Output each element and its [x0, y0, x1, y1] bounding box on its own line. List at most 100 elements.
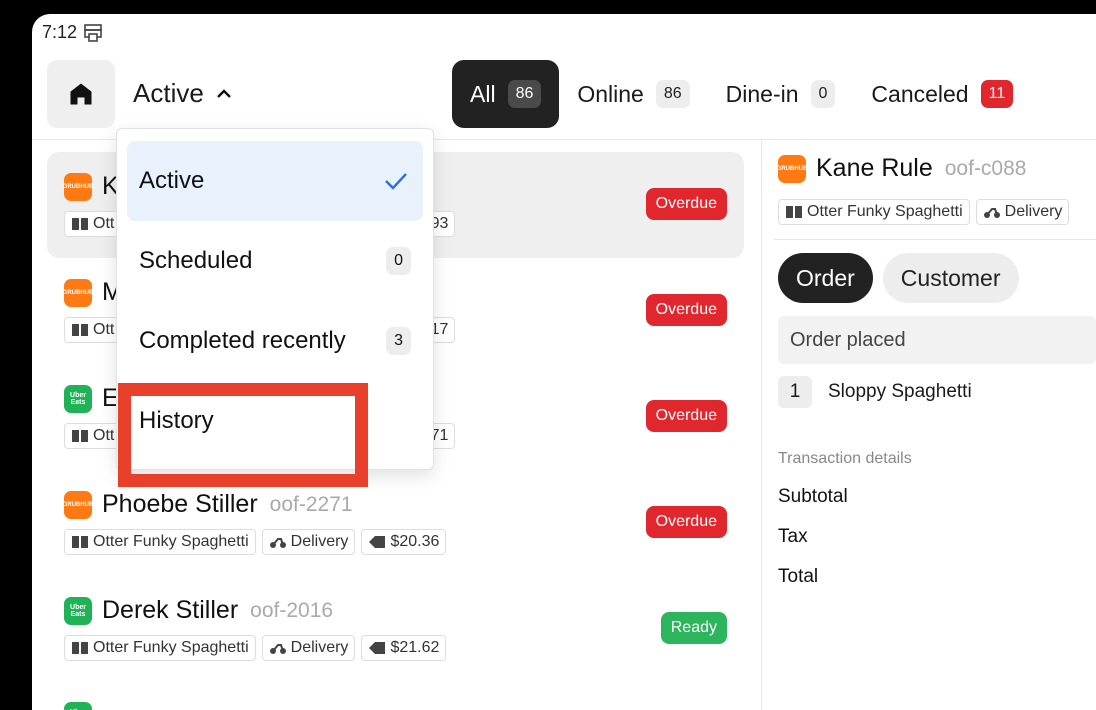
channel-filter-tabs: All 86 Online 86 Dine-in 0 Canceled 11	[452, 60, 1031, 128]
order-placed-status: Order placed	[778, 316, 1096, 364]
app-screen: 7:12 Active All 86 Online 86 Dine-in 0 C…	[32, 14, 1096, 710]
store-name: Ott	[93, 321, 115, 338]
scooter-icon	[269, 644, 286, 654]
scooter-icon	[983, 208, 1000, 218]
store-name: Ott	[93, 215, 115, 232]
dropdown-item-completed-recently[interactable]: Completed recently 3	[127, 301, 423, 381]
grubhub-logo-icon: GRUBHUB	[63, 490, 93, 519]
home-icon	[70, 83, 92, 105]
status-bar: 7:12	[42, 22, 103, 43]
dropdown-item-label: Scheduled	[139, 247, 253, 274]
price-value: $20.36	[390, 533, 440, 550]
price-chip: $20.36	[361, 529, 447, 555]
store-chip: Ott	[64, 317, 122, 343]
price-tag-icon	[369, 536, 386, 548]
delivery-chip: Delivery	[261, 529, 356, 555]
dropdown-item-label: Active	[139, 167, 205, 194]
subtotal-label: Subtotal	[778, 486, 848, 507]
order-status-dropdown: Active Scheduled 0 Completed recently 3 …	[116, 128, 434, 487]
filter-label: Online	[577, 80, 644, 107]
detail-customer-name: Kane Rule	[816, 154, 933, 182]
dropdown-item-label: Completed recently	[139, 327, 346, 354]
menu-book-icon	[72, 536, 88, 548]
delivery-mode: Delivery	[290, 533, 349, 550]
status-badge: Overdue	[645, 506, 727, 538]
price-chip: $21.62	[361, 635, 447, 661]
order-id: oof-2271	[269, 492, 353, 516]
item-name: Sloppy Spaghetti	[828, 381, 972, 402]
dropdown-item-history[interactable]: History	[118, 381, 423, 487]
store-chip: Otter Funky Spaghetti	[64, 529, 256, 555]
item-quantity: 1	[778, 376, 812, 408]
home-button[interactable]	[47, 60, 115, 128]
filter-count: 0	[810, 80, 836, 108]
ubereats-logo-icon: Uber Eats	[64, 384, 92, 413]
dropdown-item-label: History	[139, 407, 214, 434]
menu-book-icon	[786, 206, 802, 218]
order-status-selector[interactable]: Active	[133, 78, 234, 109]
status-badge: Ready	[660, 612, 727, 644]
store-chip: Otter Funky Spaghetti	[778, 199, 970, 225]
order-id: oof-2016	[250, 598, 334, 622]
customer-name: Phoebe Stiller	[102, 490, 258, 518]
filter-tab-online[interactable]: Online 86	[559, 60, 707, 128]
order-card[interactable]: Uber Eats Derek Stiller oof-2016 Otter F…	[47, 576, 744, 682]
store-chip: Ott	[64, 211, 122, 237]
grubhub-logo-icon: GRUBHUB	[777, 154, 807, 183]
store-chip: Ott	[64, 423, 122, 449]
store-name: Ott	[93, 427, 115, 444]
printer-icon	[84, 23, 102, 42]
order-status-label: Active	[133, 78, 204, 108]
order-card[interactable]: Uber Eats	[47, 682, 744, 710]
grubhub-logo-icon: GRUBHUB	[63, 278, 93, 307]
store-chip: Otter Funky Spaghetti	[64, 635, 256, 661]
filter-count: 86	[655, 80, 690, 108]
filter-count: 86	[507, 80, 542, 108]
tax-label: Tax	[778, 526, 808, 547]
delivery-chip: Delivery	[261, 635, 356, 661]
panel-divider	[761, 140, 762, 710]
filter-label: All	[470, 80, 496, 107]
detail-divider	[774, 239, 1096, 240]
store-name: Otter Funky Spaghetti	[807, 203, 963, 220]
dropdown-item-active[interactable]: Active	[127, 141, 423, 221]
filter-label: Dine-in	[725, 80, 799, 107]
filter-label: Canceled	[871, 80, 969, 107]
filter-tab-dine-in[interactable]: Dine-in 0	[708, 60, 854, 128]
status-time: 7:12	[42, 22, 78, 42]
ubereats-logo-icon: Uber Eats	[64, 596, 92, 625]
order-detail-panel: GRUBHUB Kane Rule oof-c088 Otter Funky S…	[774, 154, 1096, 588]
status-badge: Overdue	[645, 400, 727, 432]
filter-tab-all[interactable]: All 86	[452, 60, 560, 128]
filter-count: 11	[980, 80, 1014, 108]
tab-order[interactable]: Order	[778, 253, 873, 303]
grubhub-logo-icon: GRUBHUB	[63, 172, 93, 201]
menu-book-icon	[72, 324, 88, 336]
total-label: Total	[778, 566, 819, 587]
menu-book-icon	[72, 430, 88, 442]
dropdown-item-count: 0	[386, 247, 411, 275]
line-item: 1 Sloppy Spaghetti	[778, 376, 1096, 408]
scooter-icon	[269, 538, 286, 548]
checkmark-icon	[385, 173, 407, 190]
chevron-up-icon	[216, 88, 231, 98]
filter-tab-canceled[interactable]: Canceled 11	[853, 60, 1031, 128]
transaction-details-heading: Transaction details	[778, 450, 912, 467]
customer-name: Derek Stiller	[102, 596, 239, 624]
detail-order-id: oof-c088	[944, 156, 1027, 180]
ubereats-logo-icon: Uber Eats	[64, 702, 92, 710]
detail-tabs: Order Customer	[778, 253, 1096, 303]
store-name: Otter Funky Spaghetti	[93, 639, 249, 656]
dropdown-item-count: 3	[386, 327, 411, 355]
status-badge: Overdue	[645, 188, 727, 220]
status-badge: Overdue	[645, 294, 727, 326]
tab-customer[interactable]: Customer	[882, 253, 1019, 303]
price-value: $21.62	[390, 639, 440, 656]
store-name: Otter Funky Spaghetti	[93, 533, 249, 550]
dropdown-item-scheduled[interactable]: Scheduled 0	[127, 221, 423, 301]
menu-book-icon	[72, 218, 88, 230]
delivery-mode: Delivery	[290, 639, 349, 656]
delivery-chip: Delivery	[975, 199, 1070, 225]
menu-book-icon	[72, 642, 88, 654]
delivery-mode: Delivery	[1004, 203, 1063, 220]
